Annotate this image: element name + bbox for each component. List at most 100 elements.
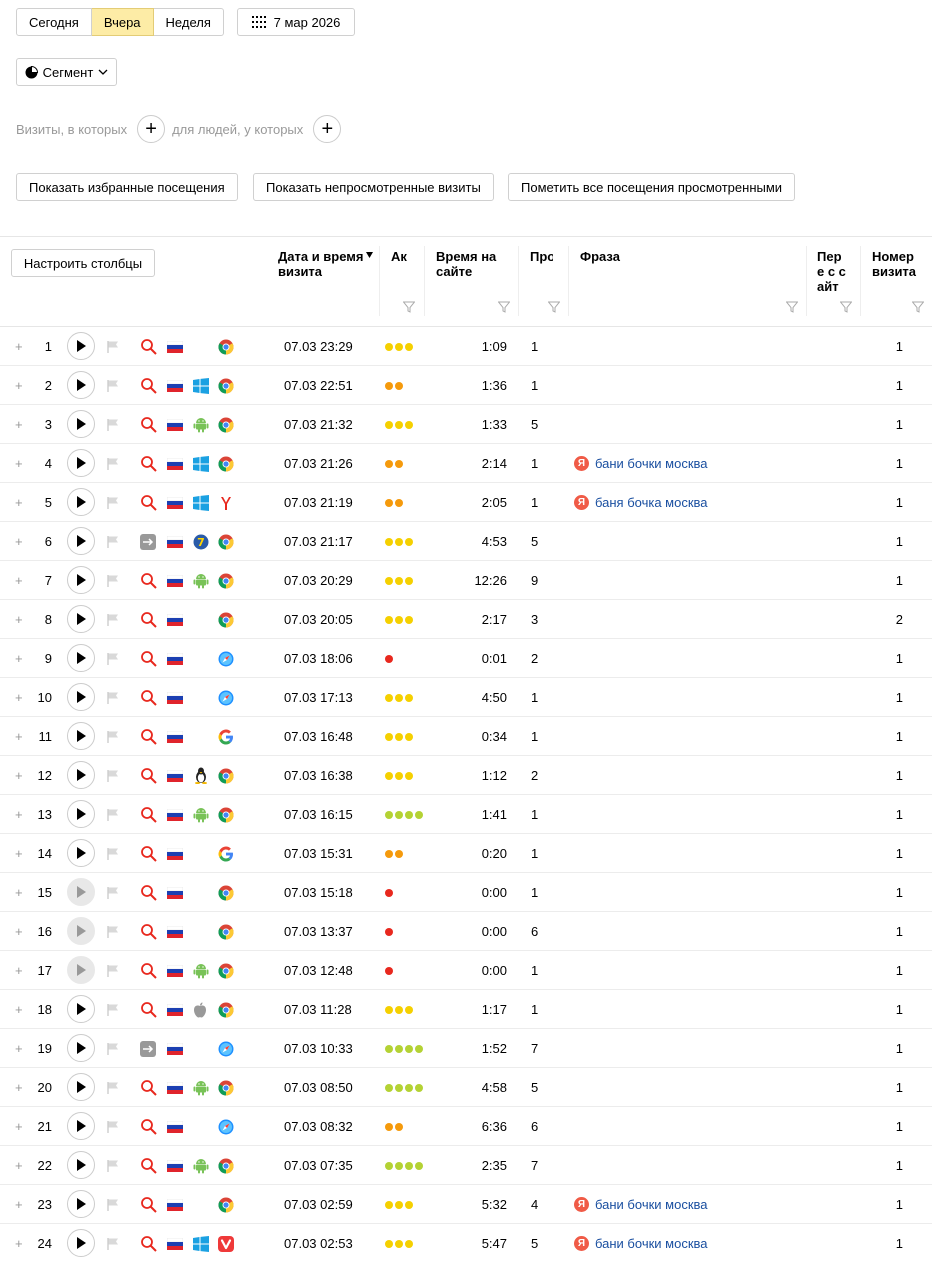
column-header-visit-number[interactable]: Номер визита xyxy=(872,249,922,279)
expand-row-icon[interactable]: + xyxy=(15,483,23,522)
flag-icon[interactable] xyxy=(107,717,119,756)
table-row[interactable]: + 20 07.03 08:50 4:58 5 1 xyxy=(0,1068,932,1107)
play-recording-button[interactable] xyxy=(67,917,95,945)
play-recording-button[interactable] xyxy=(67,644,95,672)
column-header-activity[interactable]: Ак xyxy=(391,249,411,264)
play-recording-button[interactable] xyxy=(67,410,95,438)
expand-row-icon[interactable]: + xyxy=(15,639,23,678)
expand-row-icon[interactable]: + xyxy=(15,405,23,444)
flag-icon[interactable] xyxy=(107,1224,119,1262)
flag-icon[interactable] xyxy=(107,405,119,444)
play-recording-button[interactable] xyxy=(67,956,95,984)
expand-row-icon[interactable]: + xyxy=(15,990,23,1029)
expand-row-icon[interactable]: + xyxy=(15,1029,23,1068)
column-header-phrase[interactable]: Фраза xyxy=(580,249,660,264)
table-row[interactable]: + 8 07.03 20:05 2:17 3 2 xyxy=(0,600,932,639)
column-header-first[interactable]: Пере с сайт xyxy=(817,249,847,294)
table-row[interactable]: + 3 07.03 21:32 1:33 5 1 xyxy=(0,405,932,444)
play-recording-button[interactable] xyxy=(67,1034,95,1062)
filter-icon[interactable] xyxy=(786,301,798,313)
expand-row-icon[interactable]: + xyxy=(15,873,23,912)
play-recording-button[interactable] xyxy=(67,1112,95,1140)
expand-row-icon[interactable]: + xyxy=(15,678,23,717)
table-row[interactable]: + 19 07.03 10:33 1:52 7 1 xyxy=(0,1029,932,1068)
flag-icon[interactable] xyxy=(107,1107,119,1146)
show-unviewed-button[interactable]: Показать непросмотренные визиты xyxy=(253,173,494,201)
search-phrase-link[interactable]: баня бочка москва xyxy=(595,495,708,510)
play-recording-button[interactable] xyxy=(67,683,95,711)
column-header-datetime[interactable]: Дата и время визита xyxy=(278,249,374,279)
flag-icon[interactable] xyxy=(107,912,119,951)
tab-week[interactable]: Неделя xyxy=(153,8,224,36)
play-recording-button[interactable] xyxy=(67,1190,95,1218)
table-row[interactable]: + 11 07.03 16:48 0:34 1 1 xyxy=(0,717,932,756)
expand-row-icon[interactable]: + xyxy=(15,951,23,990)
tab-today[interactable]: Сегодня xyxy=(16,8,92,36)
flag-icon[interactable] xyxy=(107,1146,119,1185)
table-row[interactable]: + 14 07.03 15:31 0:20 1 1 xyxy=(0,834,932,873)
expand-row-icon[interactable]: + xyxy=(15,1068,23,1107)
table-row[interactable]: + 24 07.03 02:53 5:47 5 Ябани бочки моск… xyxy=(0,1224,932,1262)
flag-icon[interactable] xyxy=(107,444,119,483)
search-phrase[interactable]: Ябани бочки москва xyxy=(574,444,708,483)
expand-row-icon[interactable]: + xyxy=(15,717,23,756)
table-row[interactable]: + 22 07.03 07:35 2:35 7 1 xyxy=(0,1146,932,1185)
play-recording-button[interactable] xyxy=(67,878,95,906)
expand-row-icon[interactable]: + xyxy=(15,327,23,366)
search-phrase-link[interactable]: бани бочки москва xyxy=(595,456,708,471)
table-row[interactable]: + 5 07.03 21:19 2:05 1 Ябаня бочка москв… xyxy=(0,483,932,522)
expand-row-icon[interactable]: + xyxy=(15,1146,23,1185)
column-header-pages[interactable]: Про xyxy=(530,249,553,264)
play-recording-button[interactable] xyxy=(67,722,95,750)
table-row[interactable]: + 1 07.03 23:29 1:09 1 1 xyxy=(0,327,932,366)
filter-icon[interactable] xyxy=(498,301,510,313)
flag-icon[interactable] xyxy=(107,522,119,561)
play-recording-button[interactable] xyxy=(67,527,95,555)
expand-row-icon[interactable]: + xyxy=(15,600,23,639)
table-row[interactable]: + 10 07.03 17:13 4:50 1 1 xyxy=(0,678,932,717)
search-phrase-link[interactable]: бани бочки москва xyxy=(595,1236,708,1251)
play-recording-button[interactable] xyxy=(67,839,95,867)
table-row[interactable]: + 9 07.03 18:06 0:01 2 1 xyxy=(0,639,932,678)
expand-row-icon[interactable]: + xyxy=(15,522,23,561)
play-recording-button[interactable] xyxy=(67,1073,95,1101)
segment-button[interactable]: Сегмент xyxy=(16,58,117,86)
flag-icon[interactable] xyxy=(107,561,119,600)
mark-all-viewed-button[interactable]: Пометить все посещения просмотренными xyxy=(508,173,796,201)
table-row[interactable]: + 15 07.03 15:18 0:00 1 1 xyxy=(0,873,932,912)
expand-row-icon[interactable]: + xyxy=(15,795,23,834)
add-visit-condition-button[interactable]: + xyxy=(137,115,166,143)
flag-icon[interactable] xyxy=(107,756,119,795)
filter-icon[interactable] xyxy=(403,301,415,313)
play-recording-button[interactable] xyxy=(67,995,95,1023)
expand-row-icon[interactable]: + xyxy=(15,756,23,795)
date-picker-button[interactable]: 7 мар 2026 xyxy=(237,8,355,36)
play-recording-button[interactable] xyxy=(67,488,95,516)
flag-icon[interactable] xyxy=(107,795,119,834)
flag-icon[interactable] xyxy=(107,1068,119,1107)
flag-icon[interactable] xyxy=(107,951,119,990)
flag-icon[interactable] xyxy=(107,990,119,1029)
play-recording-button[interactable] xyxy=(67,449,95,477)
expand-row-icon[interactable]: + xyxy=(15,912,23,951)
play-recording-button[interactable] xyxy=(67,371,95,399)
play-recording-button[interactable] xyxy=(67,566,95,594)
table-row[interactable]: + 17 07.03 12:48 0:00 1 1 xyxy=(0,951,932,990)
search-phrase[interactable]: Ябани бочки москва xyxy=(574,1224,708,1262)
table-row[interactable]: + 21 07.03 08:32 6:36 6 1 xyxy=(0,1107,932,1146)
expand-row-icon[interactable]: + xyxy=(15,561,23,600)
table-row[interactable]: + 12 07.03 16:38 1:12 2 1 xyxy=(0,756,932,795)
play-recording-button[interactable] xyxy=(67,605,95,633)
play-recording-button[interactable] xyxy=(67,761,95,789)
flag-icon[interactable] xyxy=(107,483,119,522)
filter-icon[interactable] xyxy=(548,301,560,313)
expand-row-icon[interactable]: + xyxy=(15,1224,23,1262)
play-recording-button[interactable] xyxy=(67,1229,95,1257)
flag-icon[interactable] xyxy=(107,678,119,717)
flag-icon[interactable] xyxy=(107,639,119,678)
add-people-condition-button[interactable]: + xyxy=(313,115,342,143)
table-row[interactable]: + 16 07.03 13:37 0:00 6 1 xyxy=(0,912,932,951)
filter-icon[interactable] xyxy=(912,301,924,313)
tab-yesterday[interactable]: Вчера xyxy=(91,8,154,36)
show-favorites-button[interactable]: Показать избранные посещения xyxy=(16,173,238,201)
